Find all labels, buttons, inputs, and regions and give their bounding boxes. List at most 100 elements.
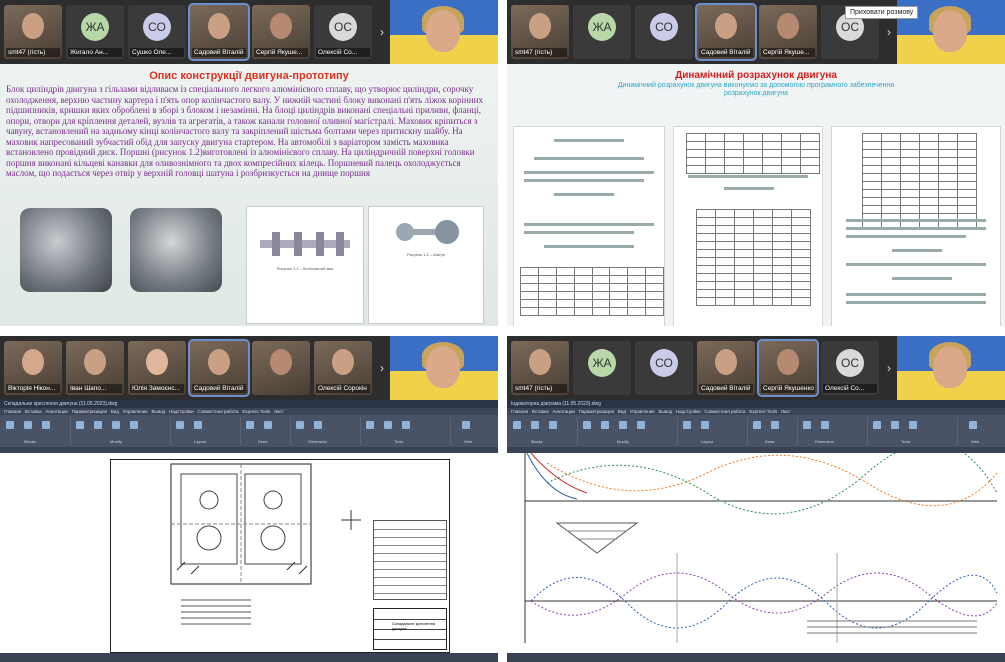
participant-tile[interactable]: ЖА (573, 5, 631, 59)
participant-tile[interactable]: Юлія Замоєнс... (128, 341, 186, 395)
attribute-icon[interactable] (549, 421, 557, 429)
participant-tile[interactable]: ОС Олексій Со... (821, 341, 879, 395)
participant-name: Садовий Віталій (192, 48, 246, 57)
break-line-icon[interactable] (753, 421, 761, 429)
participant-name: Сергій Якуше... (254, 48, 308, 57)
stretch-icon[interactable] (130, 421, 138, 429)
copy-icon[interactable] (94, 421, 102, 429)
move-icon[interactable] (583, 421, 591, 429)
rotate-icon[interactable] (112, 421, 120, 429)
participant-tile[interactable]: Олексій Сорокін (314, 341, 372, 395)
tab-view[interactable]: Вид (111, 409, 119, 414)
reset-text-icon[interactable] (314, 421, 322, 429)
tab-collaborate[interactable]: Совместная работа (704, 409, 745, 414)
system-variables-icon[interactable] (402, 421, 410, 429)
block-icon[interactable] (6, 421, 14, 429)
command-alias-icon[interactable] (873, 421, 881, 429)
tab-annotate[interactable]: Аннотации (45, 409, 68, 414)
participant-tile[interactable]: Вікторія Нікон... (4, 341, 62, 395)
list-icon[interactable] (24, 421, 32, 429)
tab-home[interactable]: Главная (511, 409, 528, 414)
annotation-icon[interactable] (803, 421, 811, 429)
participant-tile[interactable]: Іван Шапо... (66, 341, 124, 395)
align-icon[interactable] (176, 421, 184, 429)
tab-output[interactable]: Вывод (659, 409, 673, 414)
participant-tile[interactable]: smt47 (гість) (511, 5, 569, 59)
url-options-icon[interactable] (462, 421, 470, 429)
participant-tile[interactable]: СО Сушко Оле... (128, 5, 186, 59)
ribbon-group: Draw (240, 417, 291, 445)
tab-collaborate[interactable]: Совместная работа (197, 409, 238, 414)
align-icon[interactable] (683, 421, 691, 429)
tab-insert[interactable]: Вставка (532, 409, 549, 414)
chevron-right-icon[interactable]: › (883, 358, 895, 378)
chevron-right-icon[interactable]: › (883, 22, 895, 42)
participant-name: Вікторія Нікон... (6, 384, 60, 393)
reset-text-icon[interactable] (821, 421, 829, 429)
participant-name: Іван Шапо... (68, 384, 122, 393)
tab-view[interactable]: Вид (618, 409, 626, 414)
viewport-icon[interactable] (701, 421, 709, 429)
figure-caption: Рисунок 1.2 – Шатун (406, 252, 446, 257)
participant-tile[interactable] (252, 341, 310, 395)
avatar: СО (143, 13, 171, 41)
avatar: СО (650, 13, 678, 41)
meeting-quadrant-top-left: smt47 (гість) ЖА Жигало Ан... СО Сушко Оле… (0, 0, 498, 326)
tab-addins[interactable]: Надстройки (676, 409, 701, 414)
tab-output[interactable]: Вывод (152, 409, 166, 414)
url-options-icon[interactable] (969, 421, 977, 429)
tab-express-tools[interactable]: Express Tools (749, 409, 777, 414)
hide-chat-tooltip[interactable]: Приховати розмову (845, 6, 919, 19)
drawing-canvas[interactable] (507, 453, 1005, 653)
participant-tile[interactable]: Сергій Якуше... (252, 5, 310, 59)
tab-parametric[interactable]: Параметризация (579, 409, 614, 414)
drawing-canvas[interactable]: Складальне креслення двигуна (0, 453, 498, 653)
list-icon[interactable] (531, 421, 539, 429)
command-alias-icon[interactable] (366, 421, 374, 429)
ribbon-group: Layout (677, 417, 748, 445)
participant-tile[interactable]: ОС Олексій Со... (314, 5, 372, 59)
system-variables-icon[interactable] (909, 421, 917, 429)
active-speaker-video (897, 336, 1005, 400)
super-hatch-icon[interactable] (771, 421, 779, 429)
participant-tile[interactable]: smt47 (гість) (4, 5, 62, 59)
attach-xdata-icon[interactable] (384, 421, 392, 429)
tab-parametric[interactable]: Параметризация (72, 409, 107, 414)
participant-tile[interactable]: Садовий Віталій (188, 339, 250, 397)
break-line-icon[interactable] (246, 421, 254, 429)
tab-insert[interactable]: Вставка (25, 409, 42, 414)
chevron-right-icon[interactable]: › (376, 22, 388, 42)
participant-tile[interactable]: Садовий Віталій (695, 3, 757, 61)
participant-tile[interactable]: smt47 (гість) (511, 341, 569, 395)
participant-tile[interactable]: Садовий Віталій (697, 341, 755, 395)
stretch-icon[interactable] (637, 421, 645, 429)
rotate-icon[interactable] (619, 421, 627, 429)
attribute-icon[interactable] (42, 421, 50, 429)
participant-tile[interactable]: ЖА Жигало Ан... (66, 5, 124, 59)
chevron-right-icon[interactable]: › (376, 358, 388, 378)
annotation-icon[interactable] (296, 421, 304, 429)
participant-tile[interactable]: Сергій Якушенко (757, 339, 819, 397)
tab-home[interactable]: Главная (4, 409, 21, 414)
block-icon[interactable] (513, 421, 521, 429)
tab-addins[interactable]: Надстройки (169, 409, 194, 414)
participant-tile[interactable]: СО (635, 5, 693, 59)
participant-photo (777, 13, 799, 39)
tab-sheet[interactable]: Лист (781, 409, 791, 414)
tab-sheet[interactable]: Лист (274, 409, 284, 414)
tab-annotate[interactable]: Аннотации (552, 409, 575, 414)
participant-tile[interactable]: Садовий Віталій (188, 3, 250, 61)
autocad-window: Індикаторна діаграма (11.05.2023).dwg Гл… (507, 400, 1005, 662)
viewport-icon[interactable] (194, 421, 202, 429)
super-hatch-icon[interactable] (264, 421, 272, 429)
move-icon[interactable] (76, 421, 84, 429)
participant-tile[interactable]: Сергій Якуше... (759, 5, 817, 59)
participant-tile[interactable]: СО (635, 341, 693, 395)
copy-icon[interactable] (601, 421, 609, 429)
tab-manage[interactable]: Управление (630, 409, 655, 414)
tab-express-tools[interactable]: Express Tools (242, 409, 270, 414)
tab-manage[interactable]: Управление (123, 409, 148, 414)
document-page: Рисунок 1.1 – Колінчастий вал (246, 206, 364, 324)
attach-xdata-icon[interactable] (891, 421, 899, 429)
participant-tile[interactable]: ЖА (573, 341, 631, 395)
